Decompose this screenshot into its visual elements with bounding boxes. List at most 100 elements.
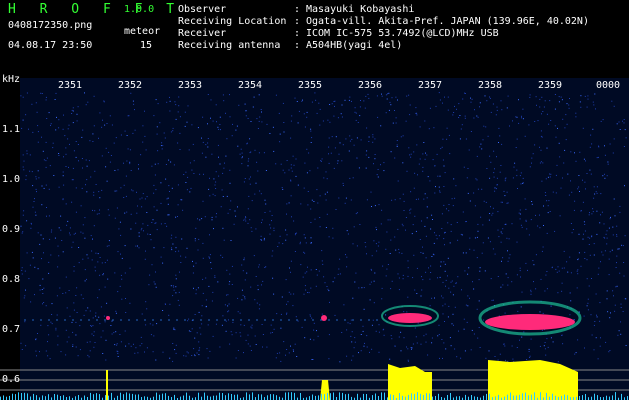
- noise-speck: [374, 158, 376, 160]
- noise-speck: [271, 332, 273, 333]
- noise-speck: [334, 105, 335, 107]
- noise-speck: [583, 315, 585, 317]
- noise-speck: [178, 291, 180, 293]
- noise-speck: [359, 224, 361, 225]
- level-noise: [627, 396, 628, 400]
- noise-speck: [554, 230, 556, 232]
- noise-speck: [321, 313, 323, 315]
- noise-speck: [271, 215, 273, 216]
- noise-speck: [541, 329, 543, 331]
- noise-speck: [98, 316, 100, 318]
- noise-speck: [534, 144, 536, 146]
- noise-speck: [332, 281, 334, 283]
- noise-speck: [520, 183, 522, 185]
- noise-speck: [303, 234, 305, 236]
- noise-speck: [45, 160, 47, 162]
- noise-speck: [42, 278, 44, 280]
- noise-speck: [447, 316, 449, 318]
- noise-speck: [539, 162, 541, 164]
- level-noise: [21, 393, 22, 400]
- noise-speck: [275, 163, 277, 165]
- noise-speck: [205, 277, 207, 279]
- noise-speck: [423, 142, 425, 143]
- noise-speck: [588, 214, 590, 216]
- noise-speck: [512, 177, 514, 179]
- noise-speck: [205, 144, 207, 146]
- noise-speck: [22, 166, 24, 168]
- level-noise: [594, 393, 595, 400]
- noise-speck: [465, 138, 467, 140]
- noise-speck: [350, 319, 352, 321]
- noise-speck: [335, 209, 337, 210]
- noise-speck: [427, 176, 429, 178]
- noise-speck: [364, 242, 366, 243]
- noise-speck: [262, 346, 263, 348]
- noise-speck: [596, 316, 598, 318]
- noise-speck: [402, 278, 404, 280]
- noise-speck: [458, 117, 460, 118]
- noise-speck: [521, 336, 523, 338]
- noise-speck: [509, 125, 510, 127]
- noise-speck: [104, 286, 106, 288]
- noise-speck: [193, 348, 195, 350]
- noise-speck: [59, 287, 61, 289]
- noise-speck: [99, 112, 101, 114]
- noise-speck: [509, 254, 511, 256]
- noise-speck: [166, 225, 168, 227]
- noise-speck: [499, 135, 501, 137]
- noise-speck: [132, 132, 134, 134]
- noise-speck: [486, 100, 488, 102]
- noise-speck: [87, 307, 89, 309]
- noise-speck: [241, 264, 243, 266]
- noise-speck: [578, 186, 580, 188]
- noise-speck: [385, 275, 387, 277]
- noise-speck: [428, 267, 429, 269]
- noise-speck: [163, 132, 165, 134]
- noise-speck: [172, 360, 174, 362]
- noise-speck: [140, 154, 142, 156]
- noise-speck: [576, 270, 578, 272]
- noise-speck: [260, 239, 262, 241]
- noise-speck: [38, 177, 40, 179]
- noise-speck: [269, 210, 271, 212]
- noise-speck: [202, 116, 204, 118]
- level-noise: [513, 395, 514, 400]
- noise-speck: [516, 116, 518, 118]
- noise-speck: [619, 129, 621, 130]
- noise-speck: [71, 113, 73, 114]
- noise-speck: [327, 288, 329, 290]
- noise-speck: [296, 356, 298, 357]
- noise-speck: [387, 219, 389, 221]
- level-noise: [9, 395, 10, 400]
- noise-speck: [92, 238, 93, 240]
- noise-speck: [528, 234, 530, 236]
- noise-speck: [478, 300, 480, 302]
- noise-speck: [117, 169, 119, 171]
- noise-speck: [494, 187, 496, 189]
- noise-speck: [120, 134, 122, 136]
- level-noise: [105, 395, 106, 400]
- noise-speck: [302, 99, 303, 101]
- noise-speck: [41, 258, 42, 260]
- noise-speck: [413, 151, 415, 153]
- level-noise: [507, 394, 508, 400]
- noise-speck: [346, 329, 348, 331]
- noise-speck: [224, 162, 225, 164]
- noise-speck: [75, 321, 77, 323]
- noise-speck: [610, 216, 611, 218]
- noise-speck: [342, 182, 344, 184]
- noise-speck: [467, 168, 469, 169]
- noise-speck: [80, 294, 82, 296]
- noise-speck: [107, 209, 109, 211]
- noise-speck: [612, 152, 614, 154]
- noise-speck: [422, 166, 424, 168]
- noise-speck: [463, 328, 465, 330]
- noise-speck: [187, 176, 189, 178]
- noise-speck: [124, 245, 126, 247]
- level-noise: [138, 394, 139, 400]
- level-noise: [12, 393, 13, 400]
- noise-speck: [481, 188, 483, 190]
- noise-speck: [589, 212, 590, 214]
- level-noise: [135, 394, 136, 400]
- noise-speck: [149, 323, 151, 325]
